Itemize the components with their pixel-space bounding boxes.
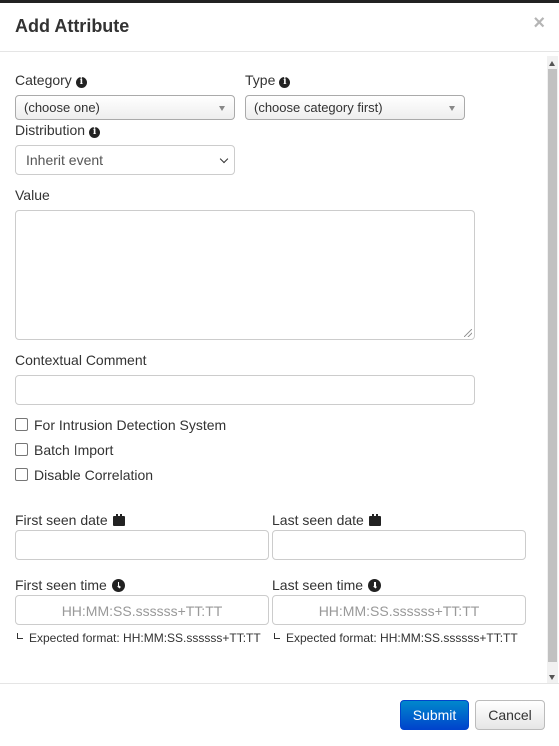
disable-correlation-checkbox[interactable] [15, 468, 28, 481]
corner-arrow-icon [17, 633, 23, 639]
last-seen-date-input[interactable] [272, 530, 526, 560]
ids-checkbox[interactable] [15, 418, 28, 431]
resize-grip-icon[interactable] [464, 329, 472, 337]
info-icon[interactable]: i [279, 77, 291, 88]
first-seen-time-label: First seen time [15, 577, 125, 593]
last-seen-time-input[interactable]: HH:MM:SS.ssssss+TT:TT [272, 595, 526, 625]
distribution-select-value: Inherit event [26, 152, 104, 168]
distribution-label-text: Distribution [15, 122, 86, 138]
last-seen-time-hint: Expected format: HH:MM:SS.ssssss+TT:TT [274, 631, 518, 645]
type-label: Type i [245, 72, 291, 88]
category-select-value: (choose one) [24, 100, 100, 115]
cancel-button[interactable]: Cancel [475, 700, 545, 730]
distribution-select[interactable]: Inherit event [15, 145, 235, 175]
first-seen-time-label-text: First seen time [15, 577, 107, 593]
category-label: Category i [15, 72, 87, 88]
scroll-down-icon[interactable] [549, 675, 555, 680]
last-seen-date-label: Last seen date [272, 512, 381, 528]
first-seen-date-input[interactable] [15, 530, 269, 560]
info-icon[interactable]: i [89, 127, 101, 138]
clock-icon [111, 579, 125, 592]
last-seen-time-label: Last seen time [272, 577, 382, 593]
type-select-value: (choose category first) [254, 100, 383, 115]
last-seen-time-placeholder: HH:MM:SS.ssssss+TT:TT [318, 603, 480, 619]
calendar-icon [368, 514, 381, 526]
chevron-down-icon [449, 106, 455, 111]
chevron-down-icon [219, 106, 225, 111]
last-seen-time-label-text: Last seen time [272, 577, 364, 593]
scroll-up-icon[interactable] [549, 61, 555, 66]
modal-header: Add Attribute × [0, 3, 559, 52]
value-label: Value [15, 187, 50, 203]
scrollbar-thumb[interactable] [548, 69, 557, 662]
submit-button[interactable]: Submit [400, 700, 469, 730]
disable-correlation-checkbox-label[interactable]: Disable Correlation [34, 467, 153, 483]
batch-import-checkbox[interactable] [15, 443, 28, 456]
corner-arrow-icon [274, 633, 280, 639]
batch-import-checkbox-label[interactable]: Batch Import [34, 442, 113, 458]
distribution-label: Distribution i [15, 122, 101, 138]
category-select[interactable]: (choose one) [15, 95, 235, 120]
scrollbar[interactable] [547, 56, 558, 683]
info-icon[interactable]: i [75, 77, 87, 88]
type-label-text: Type [245, 72, 276, 88]
comment-label: Contextual Comment [15, 352, 147, 368]
clock-icon [368, 579, 382, 592]
first-seen-time-hint: Expected format: HH:MM:SS.ssssss+TT:TT [17, 631, 261, 645]
last-seen-time-hint-text: Expected format: HH:MM:SS.ssssss+TT:TT [286, 631, 518, 645]
type-select[interactable]: (choose category first) [245, 95, 465, 120]
first-seen-time-placeholder: HH:MM:SS.ssssss+TT:TT [61, 603, 223, 619]
modal-body: Category i (choose one) Type i (choose cat… [0, 52, 559, 683]
close-button[interactable]: × [533, 13, 545, 33]
first-seen-date-label-text: First seen date [15, 512, 108, 528]
first-seen-time-input[interactable]: HH:MM:SS.ssssss+TT:TT [15, 595, 269, 625]
comment-input[interactable] [15, 375, 475, 405]
value-textarea[interactable] [15, 210, 475, 340]
modal-title: Add Attribute [15, 16, 130, 36]
last-seen-date-label-text: Last seen date [272, 512, 364, 528]
ids-checkbox-label[interactable]: For Intrusion Detection System [34, 417, 226, 433]
modal-footer: Submit Cancel [0, 683, 559, 746]
category-label-text: Category [15, 72, 72, 88]
first-seen-date-label: First seen date [15, 512, 125, 528]
calendar-icon [112, 514, 125, 526]
first-seen-time-hint-text: Expected format: HH:MM:SS.ssssss+TT:TT [29, 631, 261, 645]
chevron-down-icon [219, 154, 229, 164]
add-attribute-modal: Add Attribute × Category i (choose one) T… [0, 0, 559, 743]
